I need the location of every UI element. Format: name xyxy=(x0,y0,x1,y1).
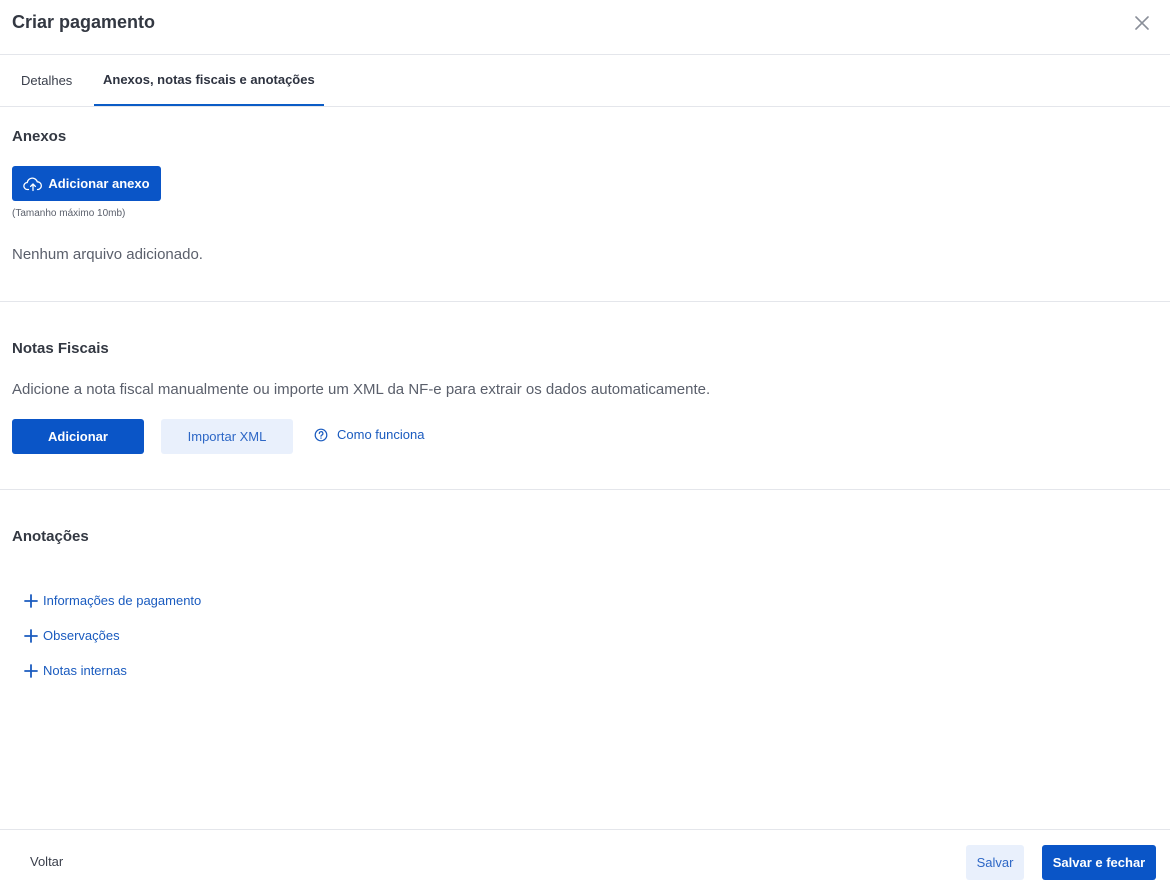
tab-attachments-invoices-notes[interactable]: Anexos, notas fiscais e anotações xyxy=(94,55,324,106)
plus-icon xyxy=(24,593,38,608)
add-attachment-button[interactable]: Adicionar anexo xyxy=(12,166,161,201)
tab-bar: Detalhes Anexos, notas fiscais e anotaçõ… xyxy=(0,55,1170,107)
how-it-works-link[interactable]: Como funciona xyxy=(314,427,424,442)
modal-footer: Voltar Salvar Salvar e fechar xyxy=(0,829,1170,886)
tab-details[interactable]: Detalhes xyxy=(12,55,81,106)
no-files-text: Nenhum arquivo adicionado. xyxy=(12,246,203,263)
import-xml-button[interactable]: Importar XML xyxy=(161,419,293,454)
add-attachment-label: Adicionar anexo xyxy=(48,176,150,191)
plus-icon xyxy=(24,628,38,643)
plus-icon xyxy=(24,663,38,678)
max-size-hint: (Tamanho máximo 10mb) xyxy=(12,208,126,219)
observations-label: Observações xyxy=(43,628,120,643)
modal-title: Criar pagamento xyxy=(12,12,156,32)
internal-notes-label: Notas internas xyxy=(43,663,127,678)
section-divider xyxy=(0,489,1170,490)
notes-title: Anotações xyxy=(12,528,89,545)
invoices-description: Adicione a nota fiscal manualmente ou im… xyxy=(12,381,711,398)
cloud-upload-icon xyxy=(23,177,43,191)
help-circle-icon xyxy=(314,428,328,441)
add-internal-notes-link[interactable]: Notas internas xyxy=(24,663,127,678)
invoices-title: Notas Fiscais xyxy=(12,340,109,357)
close-button[interactable] xyxy=(1130,11,1154,35)
save-button[interactable]: Salvar xyxy=(966,845,1024,880)
modal-header: Criar pagamento xyxy=(0,0,1170,55)
back-button[interactable]: Voltar xyxy=(30,854,63,869)
section-divider xyxy=(0,301,1170,302)
add-observations-link[interactable]: Observações xyxy=(24,628,120,643)
add-payment-info-link[interactable]: Informações de pagamento xyxy=(24,593,201,608)
add-invoice-button[interactable]: Adicionar xyxy=(12,419,144,454)
payment-info-label: Informações de pagamento xyxy=(43,593,202,608)
close-icon xyxy=(1135,16,1149,30)
attachments-title: Anexos xyxy=(12,128,67,145)
how-it-works-label: Como funciona xyxy=(337,427,425,442)
save-and-close-button[interactable]: Salvar e fechar xyxy=(1042,845,1156,880)
